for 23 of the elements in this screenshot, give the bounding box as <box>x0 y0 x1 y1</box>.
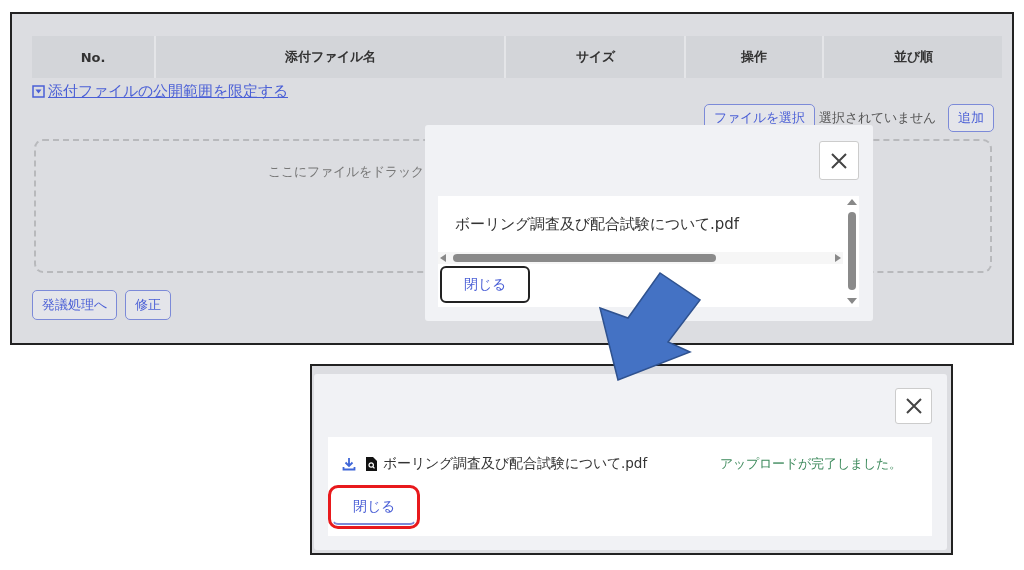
action-button[interactable]: 発議処理へ <box>32 290 117 320</box>
column-header: 並び順 <box>824 36 1002 78</box>
file-status: 選択されていません <box>819 109 936 127</box>
column-header: 添付ファイル名 <box>156 36 504 78</box>
column-header: サイズ <box>506 36 684 78</box>
drop-zone-text: ここにファイルをドラック <box>268 164 424 179</box>
file-name[interactable]: ボーリング調査及び配合試験について.pdf <box>383 455 648 473</box>
action-button[interactable]: 修正 <box>125 290 171 320</box>
close-button[interactable] <box>895 388 932 424</box>
arrow-icon <box>596 270 704 382</box>
close-icon <box>904 397 923 415</box>
collapse-icon <box>32 85 45 98</box>
close-icon <box>830 151 848 170</box>
column-header: 操作 <box>686 36 822 78</box>
add-button[interactable]: 追加 <box>948 104 994 132</box>
upload-status: アップロードが完了しました。 <box>720 455 902 473</box>
close-button[interactable]: 閉じる <box>440 266 530 303</box>
close-button[interactable] <box>819 141 859 180</box>
file-name: ボーリング調査及び配合試験について.pdf <box>455 215 740 234</box>
horizontal-scrollbar[interactable] <box>438 252 843 264</box>
download-icon[interactable] <box>342 457 356 471</box>
column-header: No. <box>32 36 154 78</box>
document-icon <box>366 457 377 471</box>
